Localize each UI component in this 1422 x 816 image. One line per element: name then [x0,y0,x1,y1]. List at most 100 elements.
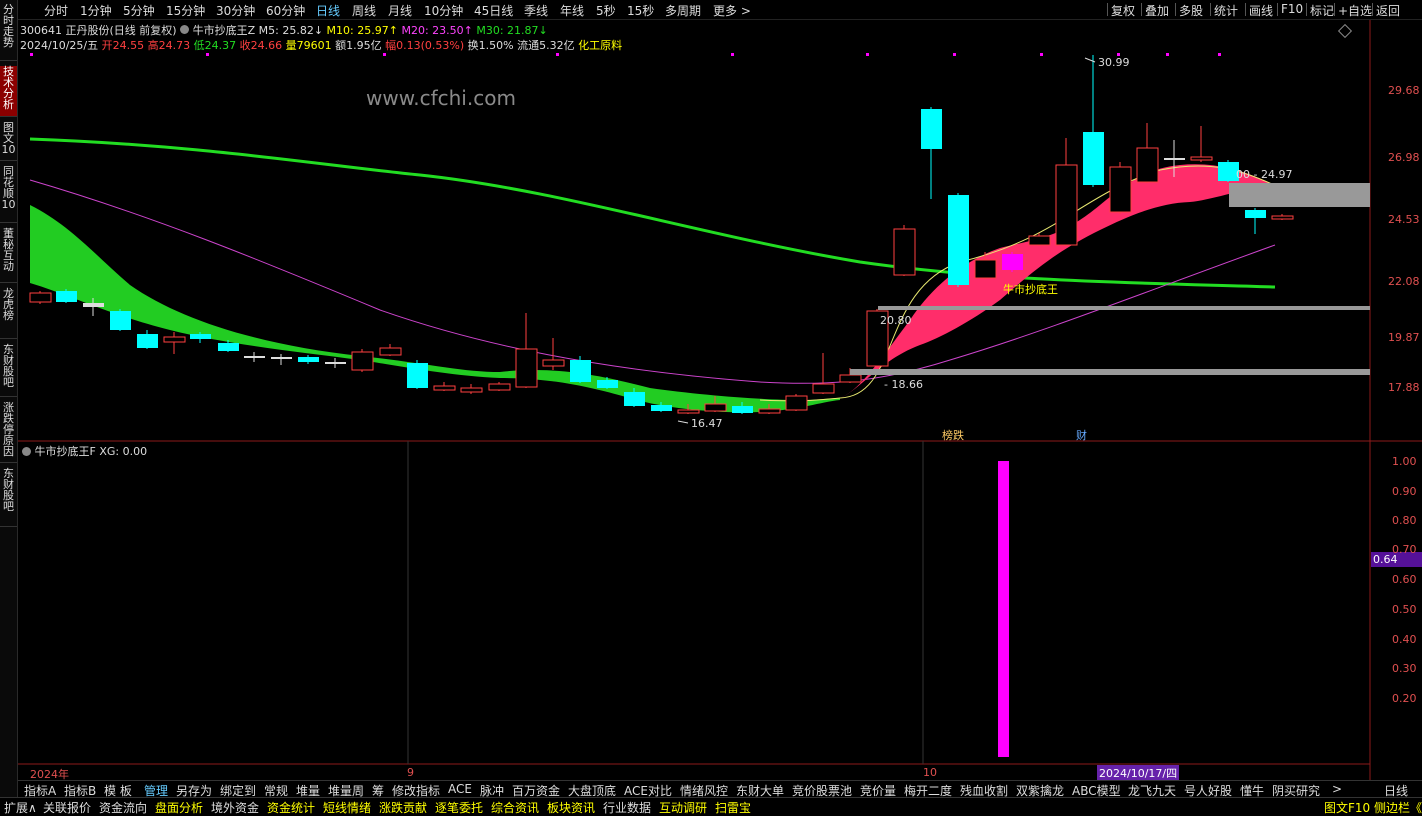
candle-body[interactable] [839,374,862,383]
candle-body[interactable] [1109,166,1132,213]
candle-body[interactable] [893,228,916,276]
sub-tick: 0.40 [1392,633,1417,646]
candle-body[interactable] [570,360,591,382]
candle-body[interactable] [651,405,672,411]
candle-body[interactable] [597,380,618,388]
status-tab[interactable]: 盘面分析 [155,799,203,816]
candle-body[interactable] [1164,158,1185,160]
status-tab[interactable]: 综合资讯 [491,799,539,816]
signal-dot [953,53,956,56]
candle-body[interactable] [218,343,239,351]
status-tab[interactable]: 扩展∧ [4,799,37,816]
status-tab[interactable]: 资金流向 [99,799,147,816]
price-tick: 17.88 [1388,381,1420,394]
sub-tick: 0.60 [1392,573,1417,586]
price-tick: 19.87 [1388,331,1420,344]
candle-body[interactable] [732,406,753,413]
candle-body[interactable] [137,334,158,348]
candle-body[interactable] [244,356,265,358]
chart-canvas[interactable] [0,0,1422,815]
event-tag-2[interactable]: 财 [1076,427,1087,443]
price-tick: 26.98 [1388,151,1420,164]
sub-tick: 0.20 [1392,692,1417,705]
status-tab[interactable]: 境外资金 [211,799,259,816]
candle-body[interactable] [407,363,428,388]
tab-scroll-right-icon[interactable]: > [1332,782,1342,796]
candle-body[interactable] [677,409,700,414]
candle-body[interactable] [56,291,77,302]
level-label-1: 20.80 [880,314,912,327]
level-label-2: - 18.66 [884,378,923,391]
signal-label: 牛市抄底王 [1003,283,1058,296]
candle-body[interactable] [974,259,997,279]
candle-body[interactable] [29,292,52,303]
signal-dot [30,53,33,56]
sub-tick: 0.30 [1392,662,1417,675]
sub-tick: 0.80 [1392,514,1417,527]
candle-body[interactable] [271,357,292,359]
status-tab[interactable]: 扫雷宝 [715,799,751,816]
price-tick: 29.68 [1388,84,1420,97]
sub-tick: 0.50 [1392,603,1417,616]
sub-chart-title[interactable]: 牛市抄底王F XG: 0.00 [22,443,147,459]
candle-body[interactable] [163,336,186,343]
sub-tick: 1.00 [1392,455,1417,468]
candle-body[interactable] [542,359,565,367]
signal-dot [556,53,559,56]
candle-body[interactable] [460,387,483,393]
price-tick: 22.08 [1388,275,1420,288]
candle-body[interactable] [921,109,942,149]
price-tick: 24.53 [1388,213,1420,226]
candle-body[interactable] [758,408,781,414]
status-bar: 扩展∧ 关联报价 资金流向 盘面分析 境外资金 资金统计 短线情绪 涨跌贡献 逐笔委托 综合资讯板… [0,797,1422,816]
candle-body[interactable] [488,383,511,391]
status-tab[interactable]: 资金统计 [267,799,315,816]
signal-dot [383,53,386,56]
indicator-tab-bar: 指标A 指标B 模 板管理 另存为 绑定到 常规 堆量 堆量周筹修改指标 ACE 脉冲 百万资金 大盘… [18,780,1422,798]
candle-body[interactable] [1190,156,1213,161]
sidebar-toggle[interactable]: 图文F10 侧边栏《 [1324,799,1422,816]
event-tag-1[interactable]: 榜跌 [942,427,964,443]
resistance-box [1229,183,1370,207]
high-price-label: 30.99 [1098,56,1130,69]
candle-body[interactable] [325,362,346,364]
status-tab[interactable]: 短线情绪 [323,799,371,816]
status-tab[interactable]: 逐笔委托 [435,799,483,816]
candle-body[interactable] [110,311,131,330]
signal-dot-row [30,53,1221,56]
candle-body[interactable] [515,348,538,388]
status-tab[interactable]: 板块资讯 [547,799,595,816]
status-tab[interactable]: 涨跌贡献 [379,799,427,816]
candle-body[interactable] [1028,235,1051,246]
status-tab[interactable]: 行业数据 [603,799,651,816]
xg-signal-bar [998,461,1009,757]
candle-body[interactable] [624,392,645,406]
candle-body[interactable] [1055,164,1078,246]
candle-body[interactable] [351,351,374,371]
sub-settings-icon[interactable] [22,447,31,456]
sub-chart-title-text: 牛市抄底王F XG: 0.00 [34,445,148,458]
candle-body[interactable] [704,403,727,412]
candle-body[interactable] [1083,132,1104,185]
status-tab[interactable]: 互动调研 [659,799,707,816]
candle-body[interactable] [433,385,456,391]
cursor-date-label: 2024/10/17/四 [1097,765,1180,781]
candle-body[interactable] [1002,254,1023,270]
candle-body[interactable] [379,347,402,356]
time-label-oct: 10 [923,766,937,779]
sub-tick: 0.90 [1392,485,1417,498]
signal-dot [1218,53,1221,56]
candle-body[interactable] [948,195,969,285]
candle-body[interactable] [190,334,211,339]
candle-body[interactable] [298,357,319,362]
candle-body[interactable] [785,395,808,411]
candle-body[interactable] [1136,147,1159,183]
candle-body[interactable] [1245,210,1266,218]
candle-body[interactable] [83,303,104,307]
signal-dot [866,53,869,56]
status-tab[interactable]: 关联报价 [43,799,91,816]
candle-body[interactable] [1271,215,1294,220]
watermark: www.cfchi.com [366,86,516,110]
indicator-tab[interactable]: ACE [448,782,472,796]
candle-body[interactable] [812,383,835,394]
